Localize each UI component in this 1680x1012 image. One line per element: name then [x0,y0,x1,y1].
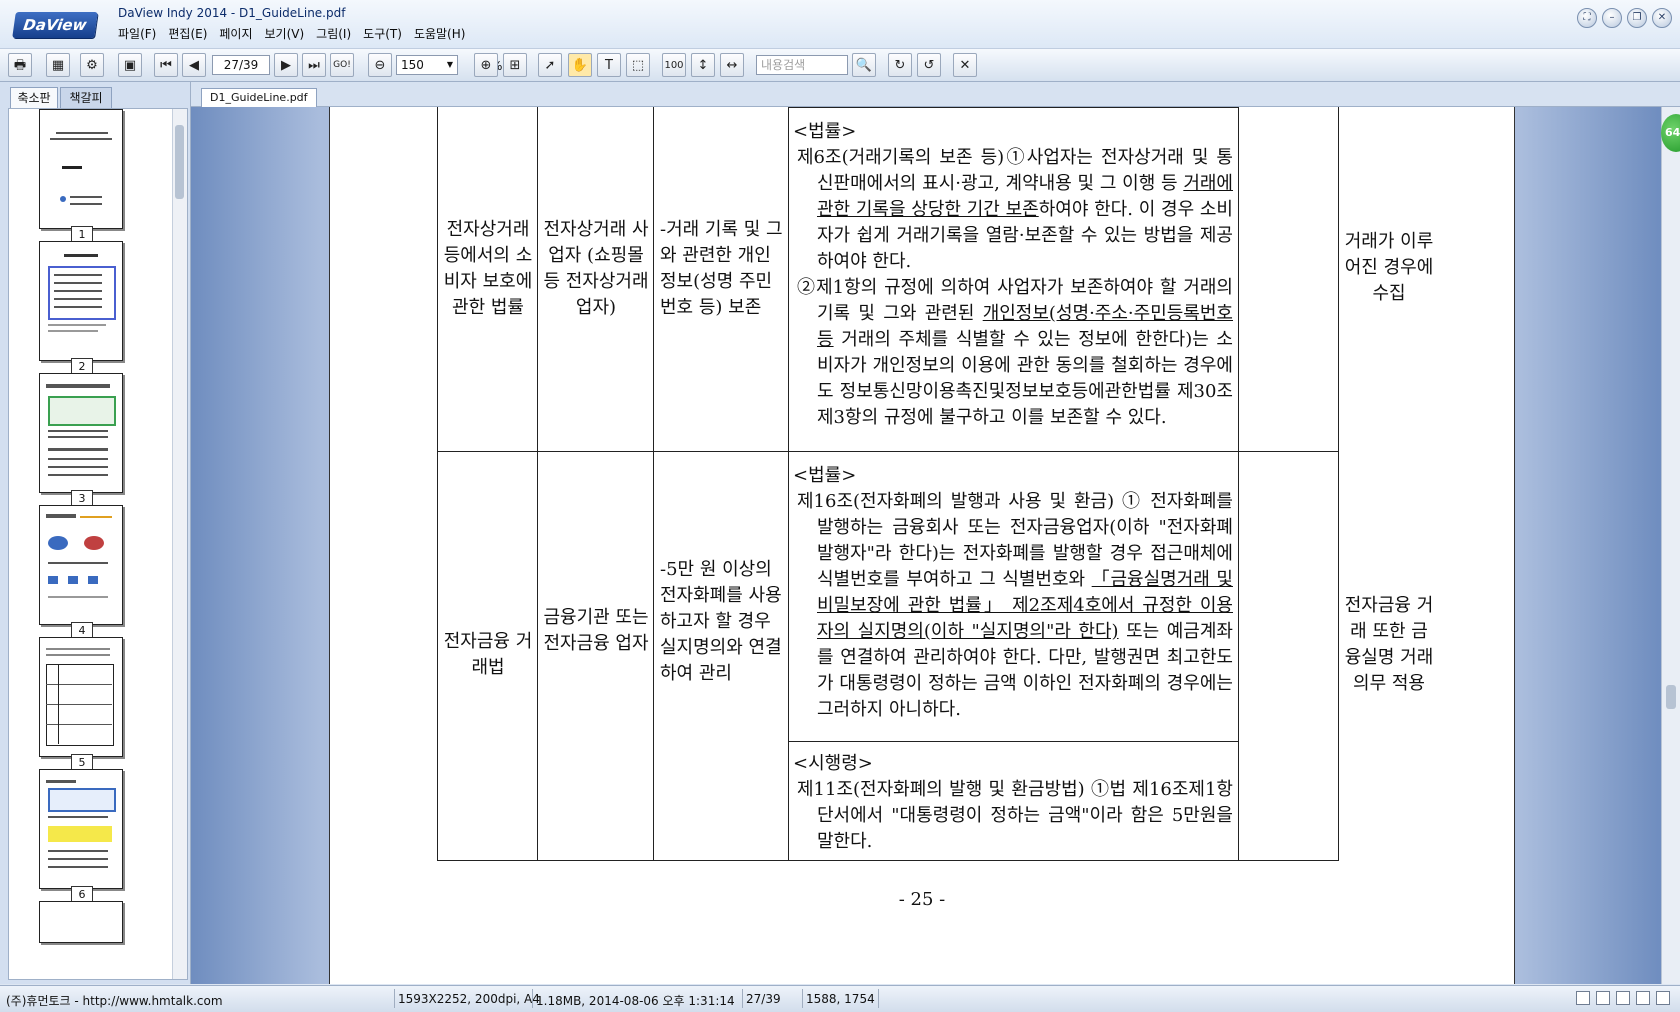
page-thumbnail[interactable] [39,109,123,229]
close-document-icon[interactable]: ✕ [953,53,977,77]
fullscreen-icon[interactable]: ⛶ [1577,8,1597,28]
area-select-icon[interactable]: ⬚ [626,53,650,77]
document-viewer: 전자상거래 등에서의 소비자 보호에 관한 법률 전자상거래 사업자 (쇼핑몰 … [191,107,1661,984]
menu-tools[interactable]: 도구(T) [357,25,408,42]
select-cursor-icon[interactable]: ➚ [538,53,562,77]
timing-cell: 거래가 이루어진 경우에 수집 [1344,231,1434,304]
menu-bar: 파일(F) 편집(E) 페이지 보기(V) 그림(I) 도구(T) 도움말(H) [112,25,471,42]
settings-gear-icon[interactable]: ⚙ [80,53,104,77]
law-header: <법률> [793,121,857,142]
page-thumbnail[interactable] [39,241,123,361]
document-scroll-thumb[interactable] [1666,685,1676,709]
pdf-page: 전자상거래 등에서의 소비자 보호에 관한 법률 전자상거래 사업자 (쇼핑몰 … [329,107,1515,984]
thumbnail-scrollbar[interactable] [172,109,187,979]
page-number-footer: - 25 - [898,889,946,910]
target-cell: 전자상거래 사업자 (쇼핑몰 등 전자상거래 업자) [543,219,649,318]
window-controls: ⛶ – ❐ ✕ [1577,8,1672,28]
decree-article-11: 제11조(전자화폐의 발행 및 환금방법) ①법 제16조제1항 단서에서 "대… [797,779,1233,852]
page-thumbnail[interactable] [39,373,123,493]
law-header: <법률> [793,465,857,486]
status-coords: 1588, 1754 [806,992,875,1006]
thumbnail-scroll-thumb[interactable] [175,125,184,199]
print-icon[interactable]: 🖶 [8,53,32,77]
law-name-cell: 전자금융 거래법 [443,631,533,678]
search-icon[interactable]: 🔍 [852,53,876,77]
thumbnail-panel: 축소판 책갈피 1 2 3 4 5 6 [0,82,191,984]
fit-window-icon[interactable]: ▣ [118,53,142,77]
timing-cell: 전자금융 거래 또한 금융실명 거래 의무 적용 [1344,595,1434,694]
page-input[interactable]: 27/39 [212,55,270,75]
article-6-para2: ②제1항의 규정에 의하여 사업자가 보존하여야 할 거래의 기록 및 그와 관… [797,277,1233,428]
zoom-out-icon[interactable]: ⊖ [368,53,392,77]
tab-document[interactable]: D1_GuideLine.pdf [201,88,317,107]
status-company: (주)휴먼토크 - http://www.hmtalk.com [6,994,223,1008]
close-window-icon[interactable]: ✕ [1652,8,1672,28]
status-file-info: 1.18MB, 2014-08-06 오후 1:31:14 [536,994,735,1008]
thumbnail-panel-icon[interactable]: ▦ [46,53,70,77]
book-view-icon[interactable] [1636,991,1650,1005]
next-page-icon[interactable]: ▶ [274,53,298,77]
zoom-select[interactable]: 150 ▼ [396,55,458,75]
legal-text-cell: <법률> 제6조(거래기록의 보존 등)①사업자는 전자상거래 및 통신판매에서… [789,119,1237,431]
search-input[interactable]: 내용검색 [756,55,848,75]
thumbnail-list: 1 2 3 4 5 6 [8,108,188,980]
decree-header: <시행령> [793,753,873,774]
fit-width-icon[interactable]: ↔ [720,53,744,77]
rotate-right-icon[interactable]: ↻ [888,53,912,77]
text-select-icon[interactable]: T [597,53,621,77]
page-thumbnail[interactable] [39,505,123,625]
status-bar: (주)휴먼토크 - http://www.hmtalk.com 1593X225… [0,985,1680,1012]
document-scrollbar[interactable] [1661,107,1680,984]
toolbar: 🖶 ▦ ⚙ ▣ ⏮ ◀ 27/39 ▶ ⏭ GO! ⊖ 150 ▼ % ⊕ ⊞ … [0,48,1680,82]
zoom-in-icon[interactable]: ⊕ [474,53,498,77]
tab-bookmarks[interactable]: 책갈피 [60,87,112,108]
menu-view[interactable]: 보기(V) [259,25,311,42]
zoom-area-icon[interactable]: ⊞ [503,53,527,77]
actual-size-icon[interactable]: 100 [662,53,686,77]
continuous-view-icon[interactable] [1596,991,1610,1005]
status-page: 27/39 [746,992,781,1006]
single-page-view-icon[interactable] [1576,991,1590,1005]
rotate-left-icon[interactable]: ↺ [917,53,941,77]
restore-icon[interactable]: ❐ [1627,8,1647,28]
menu-edit[interactable]: 편집(E) [162,25,213,42]
info-cell: -5만 원 이상의 전자화폐를 사용하고자 할 경우 실지명의와 연결하여 관리 [660,559,782,684]
last-page-icon[interactable]: ⏭ [302,53,326,77]
dropdown-arrow-icon: ▼ [446,60,453,69]
info-cell: -거래 기록 및 그와 관련한 개인정보(성명 주민번호 등) 보존 [660,219,783,318]
daview-logo: DaView [12,12,98,38]
zoom-value: 150 [401,58,424,72]
minimize-icon[interactable]: – [1602,8,1622,28]
status-image-info: 1593X2252, 200dpi, A4 [398,992,540,1006]
fit-height-icon[interactable]: ↕ [691,53,715,77]
menu-help[interactable]: 도움말(H) [408,25,472,42]
window-title: DaView Indy 2014 - D1_GuideLine.pdf [118,6,346,20]
first-page-icon[interactable]: ⏮ [154,53,178,77]
two-page-view-icon[interactable] [1616,991,1630,1005]
document-tab-bar: D1_GuideLine.pdf [191,82,1680,107]
legal-text-cell: <법률> 제16조(전자화폐의 발행과 사용 및 환금) ① 전자화폐를 발행하… [789,463,1237,723]
menu-file[interactable]: 파일(F) [112,25,162,42]
law-name-cell: 전자상거래 등에서의 소비자 보호에 관한 법률 [443,219,533,318]
title-bar: DaView DaView Indy 2014 - D1_GuideLine.p… [0,0,1680,48]
article-16-para: 제16조(전자화폐의 발행과 사용 및 환금) ① 전자화폐를 발행하는 금융회… [797,491,1233,720]
page-thumbnail[interactable] [39,637,123,757]
prev-page-icon[interactable]: ◀ [182,53,206,77]
tab-thumbnails[interactable]: 축소판 [10,87,58,108]
menu-image[interactable]: 그림(I) [310,25,357,42]
article-6-para1: 제6조(거래기록의 보존 등)①사업자는 전자상거래 및 통신판매에서의 표시·… [797,147,1233,272]
page-thumbnail[interactable] [39,769,123,889]
target-cell: 금융기관 또는 전자금융 업자 [543,607,649,654]
goto-button[interactable]: GO! [330,53,354,77]
hand-tool-icon[interactable]: ✋ [568,53,592,77]
page-thumbnail[interactable] [39,901,123,943]
scroll-view-icon[interactable] [1656,991,1670,1005]
decree-text-cell: <시행령> 제11조(전자화폐의 발행 및 환금방법) ①법 제16조제1항 단… [789,751,1237,855]
menu-page[interactable]: 페이지 [213,25,258,42]
